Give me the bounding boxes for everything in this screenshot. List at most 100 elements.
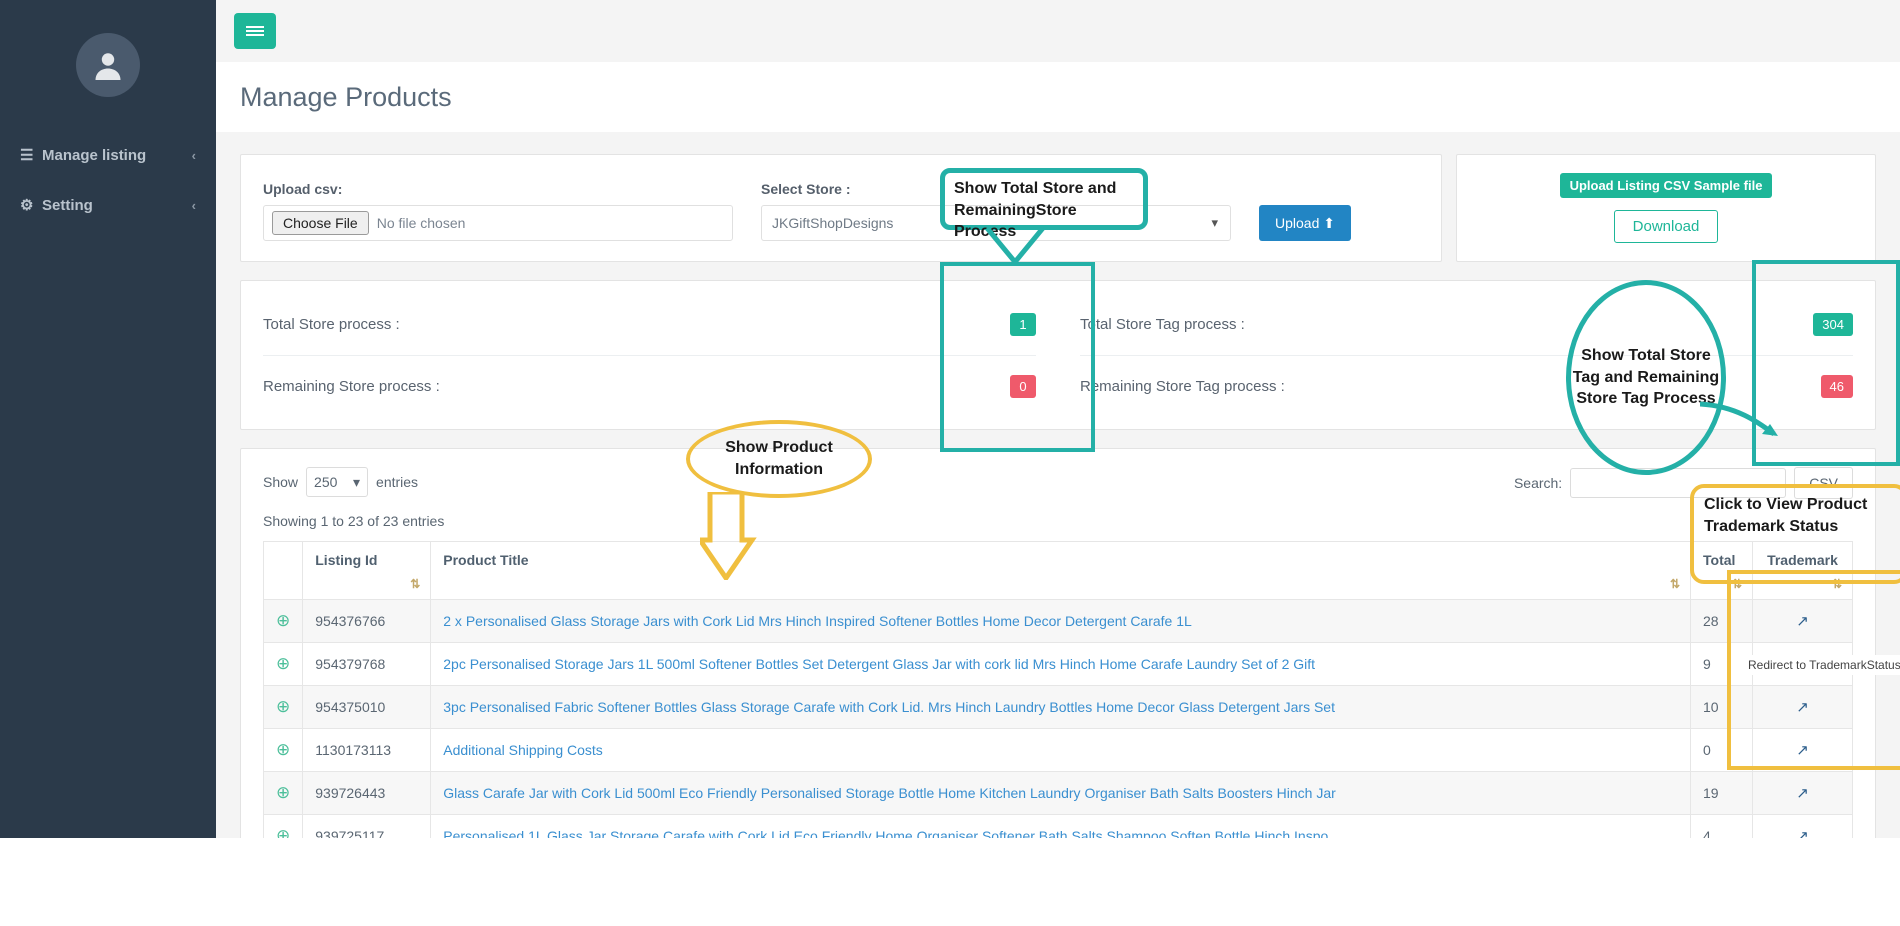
th-product-title[interactable]: Product Title ⇅ xyxy=(430,541,1691,600)
table-body: ⊕ 954376766 2 x Personalised Glass Stora… xyxy=(262,599,1853,858)
cell-total: 10 xyxy=(1690,685,1753,729)
th-listing-id[interactable]: Listing Id ⇅ xyxy=(302,541,432,600)
total-store-tag-process-label: Total Store Tag process : xyxy=(1080,315,1245,333)
entries-select[interactable]: 250 ▾ xyxy=(306,467,369,497)
gear-icon: ⚙ xyxy=(20,197,34,214)
plus-circle-icon: ⊕ xyxy=(276,654,291,673)
product-title-link[interactable]: 2pc Personalised Storage Jars 1L 500ml S… xyxy=(443,656,1315,672)
products-table-panel: Show 250 ▾ entries Showing 1 to 23 of 23… xyxy=(240,448,1876,859)
table-head: Listing Id ⇅ Product Title ⇅ Total ⇅ Tra… xyxy=(262,541,1853,600)
product-title-link[interactable]: Additional Shipping Costs xyxy=(443,742,603,758)
hamburger-menu-icon[interactable] xyxy=(234,13,276,49)
show-label: Show xyxy=(263,474,299,490)
plus-circle-icon: ⊕ xyxy=(276,611,291,630)
choose-file-button[interactable]: Choose File xyxy=(272,211,369,235)
th-listing-id-label: Listing Id xyxy=(315,552,378,568)
table-row: ⊕ 939726443 Glass Carafe Jar with Cork L… xyxy=(262,771,1853,815)
list-icon: ☰ xyxy=(20,147,34,164)
search-group: Search: CSV xyxy=(1514,467,1853,499)
cell-product-title[interactable]: 2 x Personalised Glass Storage Jars with… xyxy=(430,599,1691,643)
th-total[interactable]: Total ⇅ xyxy=(1690,541,1753,600)
store-select[interactable]: JKGiftShopDesigns ▾ xyxy=(761,205,1231,241)
table-header-row: Listing Id ⇅ Product Title ⇅ Total ⇅ Tra… xyxy=(262,541,1853,600)
cell-trademark[interactable]: ↗︎ xyxy=(1752,685,1853,729)
file-status-text: No file chosen xyxy=(376,215,466,231)
trademark-tooltip: Redirect to TrademarkStatus P xyxy=(1744,655,1900,675)
remaining-store-process-label: Remaining Store process : xyxy=(263,378,440,395)
upload-button[interactable]: Upload ⬆ xyxy=(1259,205,1351,241)
total-store-process-label: Total Store process : xyxy=(263,315,400,333)
expand-row-button[interactable]: ⊕ xyxy=(262,599,304,643)
store-process-column: Total Store process : 1 Remaining Store … xyxy=(241,293,1058,417)
sort-icon: ⇅ xyxy=(1831,577,1842,591)
chevron-left-icon: ‹ xyxy=(191,197,196,213)
expand-row-button[interactable]: ⊕ xyxy=(262,728,304,772)
select-store-label: Select Store : xyxy=(761,181,851,197)
cell-trademark[interactable]: ↗︎ xyxy=(1752,728,1853,772)
total-store-process-value: 1 xyxy=(1010,312,1036,336)
cell-total: 28 xyxy=(1690,599,1753,643)
upload-button-label: Upload xyxy=(1275,214,1320,231)
cell-product-title[interactable]: Glass Carafe Jar with Cork Lid 500ml Eco… xyxy=(430,771,1691,815)
table-row: ⊕ 954375010 3pc Personalised Fabric Soft… xyxy=(262,685,1853,729)
product-title-link[interactable]: 2 x Personalised Glass Storage Jars with… xyxy=(443,613,1192,629)
csv-file-input[interactable]: Choose File No file chosen xyxy=(263,205,733,241)
cell-product-title[interactable]: Additional Shipping Costs xyxy=(430,728,1691,772)
total-store-tag-process-row: Total Store Tag process : 304 xyxy=(1080,293,1853,355)
store-tag-process-column: Total Store Tag process : 304 Remaining … xyxy=(1058,293,1875,417)
showing-entries-text: Showing 1 to 23 of 23 entries xyxy=(263,513,445,529)
table-row: ⊕ 954379768 2pc Personalised Storage Jar… xyxy=(262,642,1853,686)
cell-trademark[interactable]: ↗︎ xyxy=(1752,771,1853,815)
cell-trademark[interactable]: ↗︎ xyxy=(1752,599,1853,643)
remaining-store-tag-process-row: Remaining Store Tag process : 46 xyxy=(1080,355,1853,417)
sort-icon: ⇅ xyxy=(410,577,421,591)
chevron-left-icon: ‹ xyxy=(191,147,196,163)
cell-listing-id: 954379768 xyxy=(302,642,432,686)
sidebar-profile xyxy=(0,0,216,130)
entries-group: Show 250 ▾ entries Showing 1 to 23 of 23… xyxy=(263,467,444,529)
product-title-link[interactable]: 3pc Personalised Fabric Softener Bottles… xyxy=(443,699,1335,715)
external-link-icon[interactable]: ↗︎ xyxy=(1796,785,1809,802)
content-area: Upload csv: Choose File No file chosen S… xyxy=(216,132,1900,859)
csv-export-button[interactable]: CSV xyxy=(1794,467,1853,499)
expand-row-button[interactable]: ⊕ xyxy=(262,685,304,729)
cell-listing-id: 1130173113 xyxy=(302,728,432,772)
table-row: ⊕ 1130173113 Additional Shipping Costs 0… xyxy=(262,728,1853,772)
plus-circle-icon: ⊕ xyxy=(276,783,291,802)
search-input[interactable] xyxy=(1570,468,1787,498)
entries-select-value: 250 xyxy=(314,474,338,490)
table-row: ⊕ 954376766 2 x Personalised Glass Stora… xyxy=(262,599,1853,643)
sample-file-badge: Upload Listing CSV Sample file xyxy=(1559,173,1773,198)
remaining-store-process-value: 0 xyxy=(1010,375,1036,398)
sample-file-panel: Upload Listing CSV Sample file Download xyxy=(1456,154,1876,262)
avatar xyxy=(76,33,140,97)
products-table: Listing Id ⇅ Product Title ⇅ Total ⇅ Tra… xyxy=(262,541,1853,858)
table-controls: Show 250 ▾ entries Showing 1 to 23 of 23… xyxy=(263,467,1853,529)
page-title: Manage Products xyxy=(240,81,452,112)
external-link-icon[interactable]: ↗︎ xyxy=(1796,613,1809,630)
sidebar-item-manage-listing[interactable]: ☰ Manage listing ‹ xyxy=(0,130,216,180)
plus-circle-icon: ⊕ xyxy=(276,697,291,716)
upload-panel: Upload csv: Choose File No file chosen S… xyxy=(240,154,1442,262)
upload-csv-label: Upload csv: xyxy=(263,181,343,197)
sidebar-item-setting[interactable]: ⚙ Setting ‹ xyxy=(0,180,216,230)
chevron-down-icon: ▾ xyxy=(353,473,361,490)
total-store-tag-process-value: 304 xyxy=(1813,312,1853,336)
cell-product-title[interactable]: 3pc Personalised Fabric Softener Bottles… xyxy=(430,685,1691,729)
download-button[interactable]: Download xyxy=(1613,210,1719,243)
th-trademark-label: Trademark xyxy=(1767,552,1838,568)
expand-row-button[interactable]: ⊕ xyxy=(262,771,304,815)
upload-icon: ⬆ xyxy=(1323,214,1335,231)
cell-product-title[interactable]: 2pc Personalised Storage Jars 1L 500ml S… xyxy=(430,642,1691,686)
external-link-icon[interactable]: ↗︎ xyxy=(1796,699,1809,716)
external-link-icon[interactable]: ↗︎ xyxy=(1796,742,1809,759)
sort-icon: ⇅ xyxy=(1731,577,1742,591)
expand-row-button[interactable]: ⊕ xyxy=(262,642,304,686)
cell-listing-id: 939726443 xyxy=(302,771,432,815)
product-title-link[interactable]: Glass Carafe Jar with Cork Lid 500ml Eco… xyxy=(443,785,1336,801)
bottom-white-band xyxy=(0,838,1900,926)
upload-csv-group: Upload csv: Choose File No file chosen xyxy=(263,181,733,241)
th-trademark[interactable]: Trademark ⇅ xyxy=(1752,541,1853,600)
stats-panel: Total Store process : 1 Remaining Store … xyxy=(240,280,1876,430)
th-expand xyxy=(262,541,304,600)
